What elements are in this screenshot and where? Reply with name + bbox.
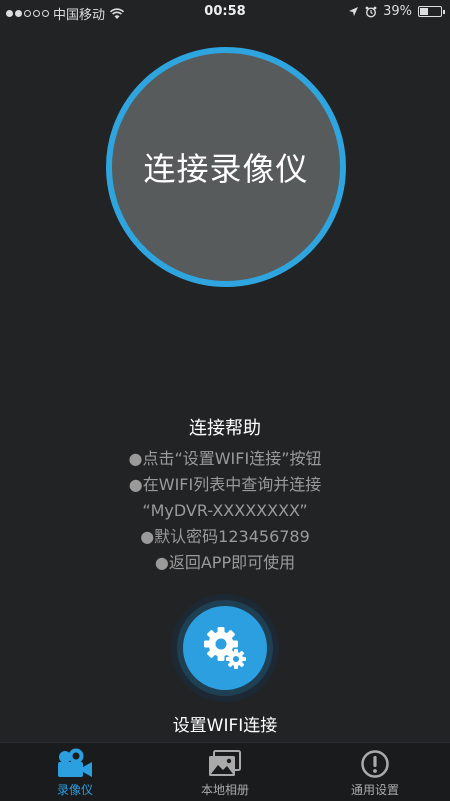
alarm-clock-icon [365,6,377,18]
tab-label: 通用设置 [350,783,399,797]
tab-bar: 录像仪 本地相册 通用设置 [0,742,450,801]
exclamation-circle-icon [359,748,391,780]
tab-recorder[interactable]: 录像仪 [0,743,150,801]
video-camera-icon [55,748,95,780]
help-line: “MyDVR-XXXXXXXX” [142,501,308,520]
tab-general-settings[interactable]: 通用设置 [300,743,450,801]
tab-label: 录像仪 [56,783,93,797]
gear-icon [204,627,246,669]
status-bar: 中国移动 00:58 39% [0,0,450,26]
help-title: 连接帮助 [189,418,261,439]
help-line: ●默认密码123456789 [140,527,310,546]
status-right: 39% [348,4,445,19]
connect-recorder-label: 连接录像仪 [143,150,309,188]
photo-album-icon [205,748,245,780]
battery-icon [418,6,445,17]
help-line: ●返回APP即可使用 [154,553,296,572]
location-arrow-icon [349,7,359,16]
wifi-setup-label: 设置WIFI连接 [172,716,278,736]
connect-recorder-button[interactable]: 连接录像仪 [106,47,346,287]
tab-label: 本地相册 [200,783,249,797]
connection-help: 连接帮助 ●点击“设置WIFI连接”按钮 ●在WIFI列表中查询并连接 “MyD… [0,414,450,576]
help-line: ●点击“设置WIFI连接”按钮 [128,449,322,468]
battery-percent: 39% [383,4,412,19]
tab-local-album[interactable]: 本地相册 [150,743,300,801]
help-line: ●在WIFI列表中查询并连接 [128,475,322,494]
wifi-setup-button[interactable] [183,606,267,690]
